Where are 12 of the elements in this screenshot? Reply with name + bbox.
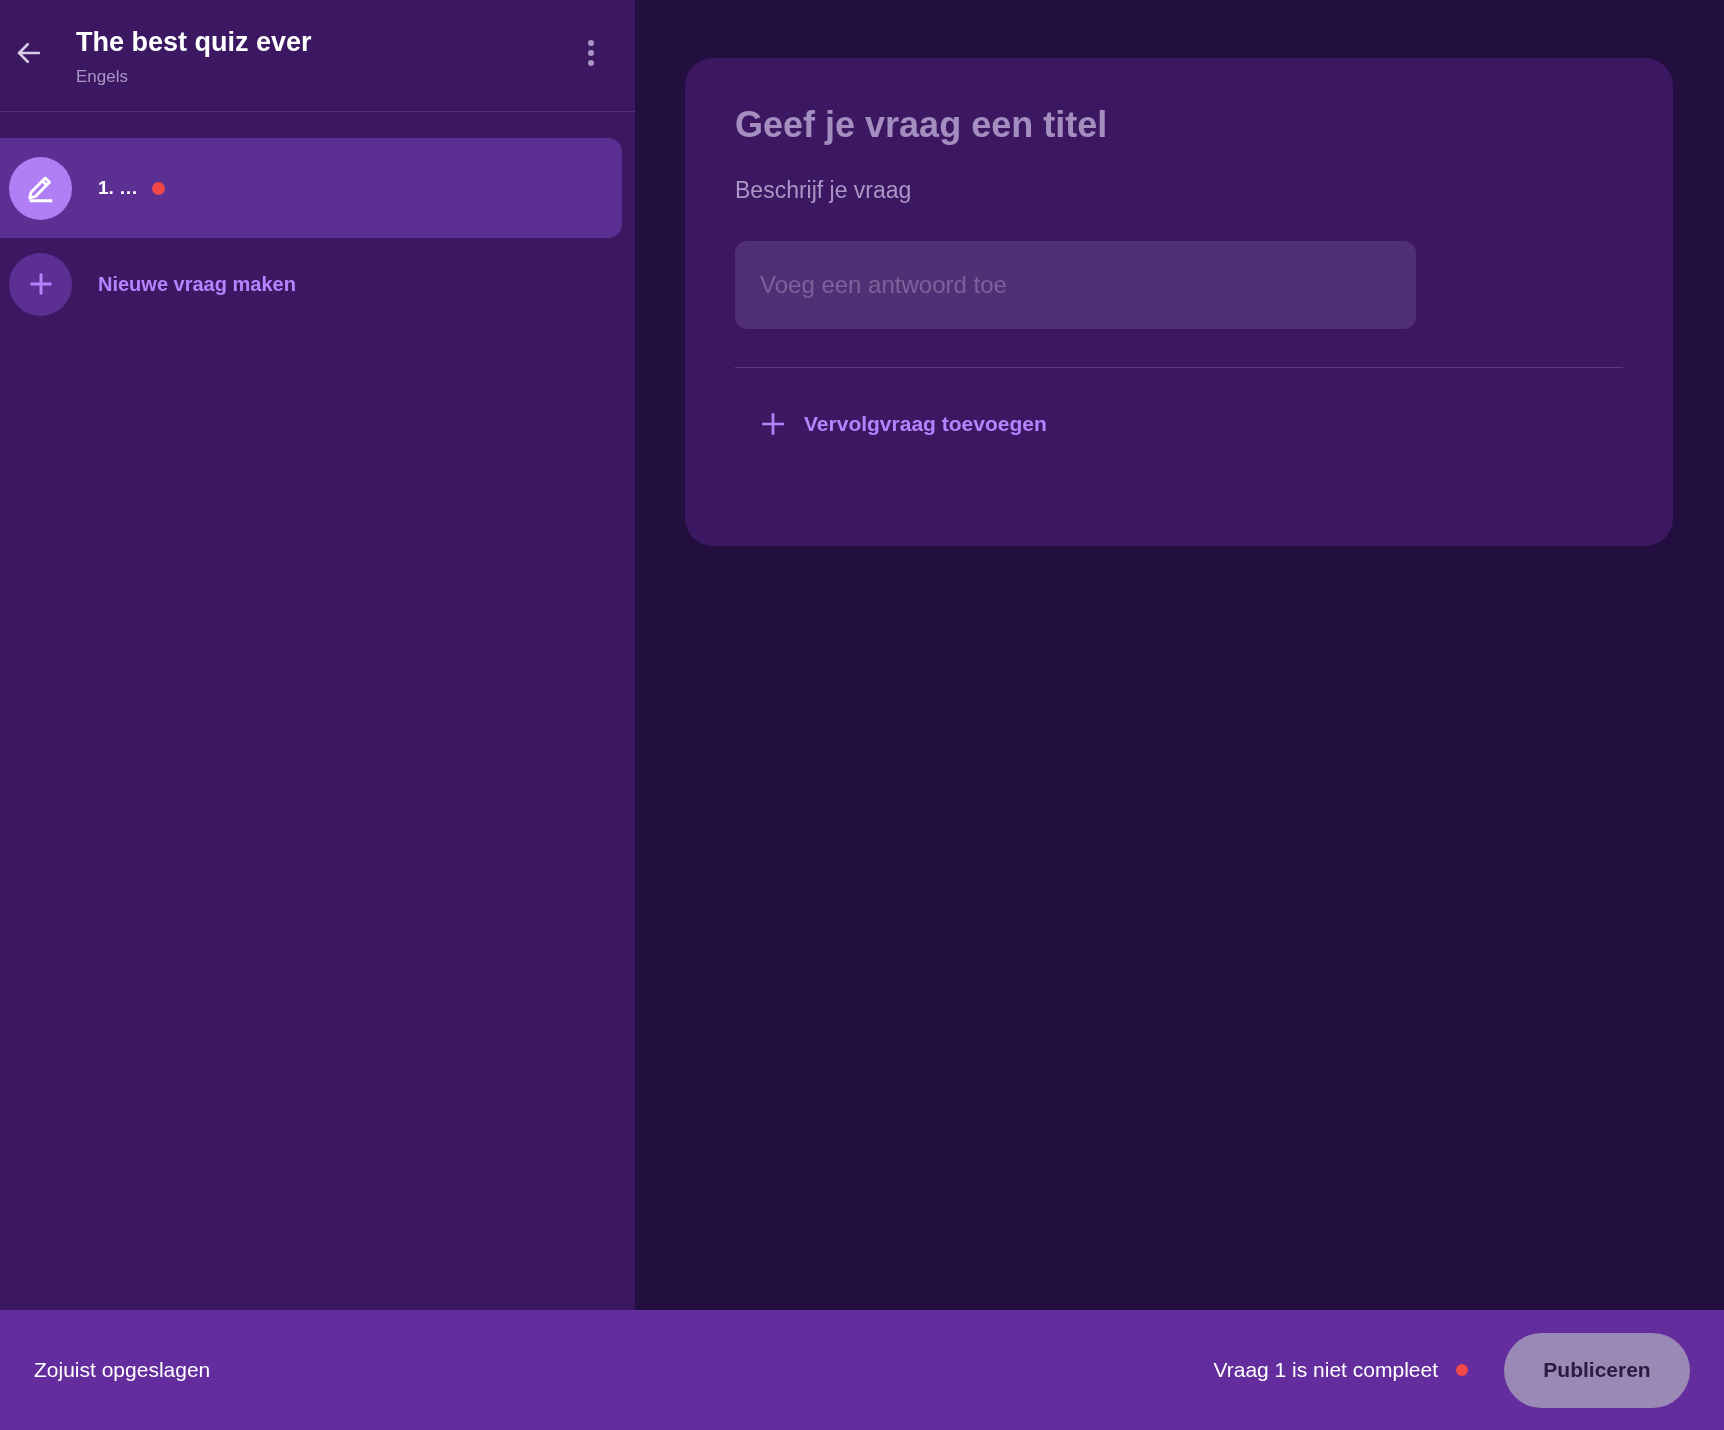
question-item[interactable]: 1. …: [0, 138, 622, 238]
incomplete-warning: Vraag 1 is niet compleet: [1213, 1357, 1438, 1384]
plus-icon: [760, 410, 786, 437]
quiz-subtitle: Engels: [76, 66, 129, 88]
quiz-title: The best quiz ever: [76, 26, 313, 58]
description-field[interactable]: Beschrijf je vraag: [735, 172, 1623, 208]
save-status: Zojuist opgeslagen: [34, 1357, 211, 1384]
title-field[interactable]: Geef je vraag een titel: [735, 98, 1623, 152]
add-follow-up-button[interactable]: Vervolgvraag toevoegen: [760, 408, 1047, 440]
more-options-icon[interactable]: [587, 40, 595, 66]
question-label: 1. …: [98, 175, 139, 200]
new-question-button[interactable]: Nieuwe vraag maken: [0, 252, 622, 316]
